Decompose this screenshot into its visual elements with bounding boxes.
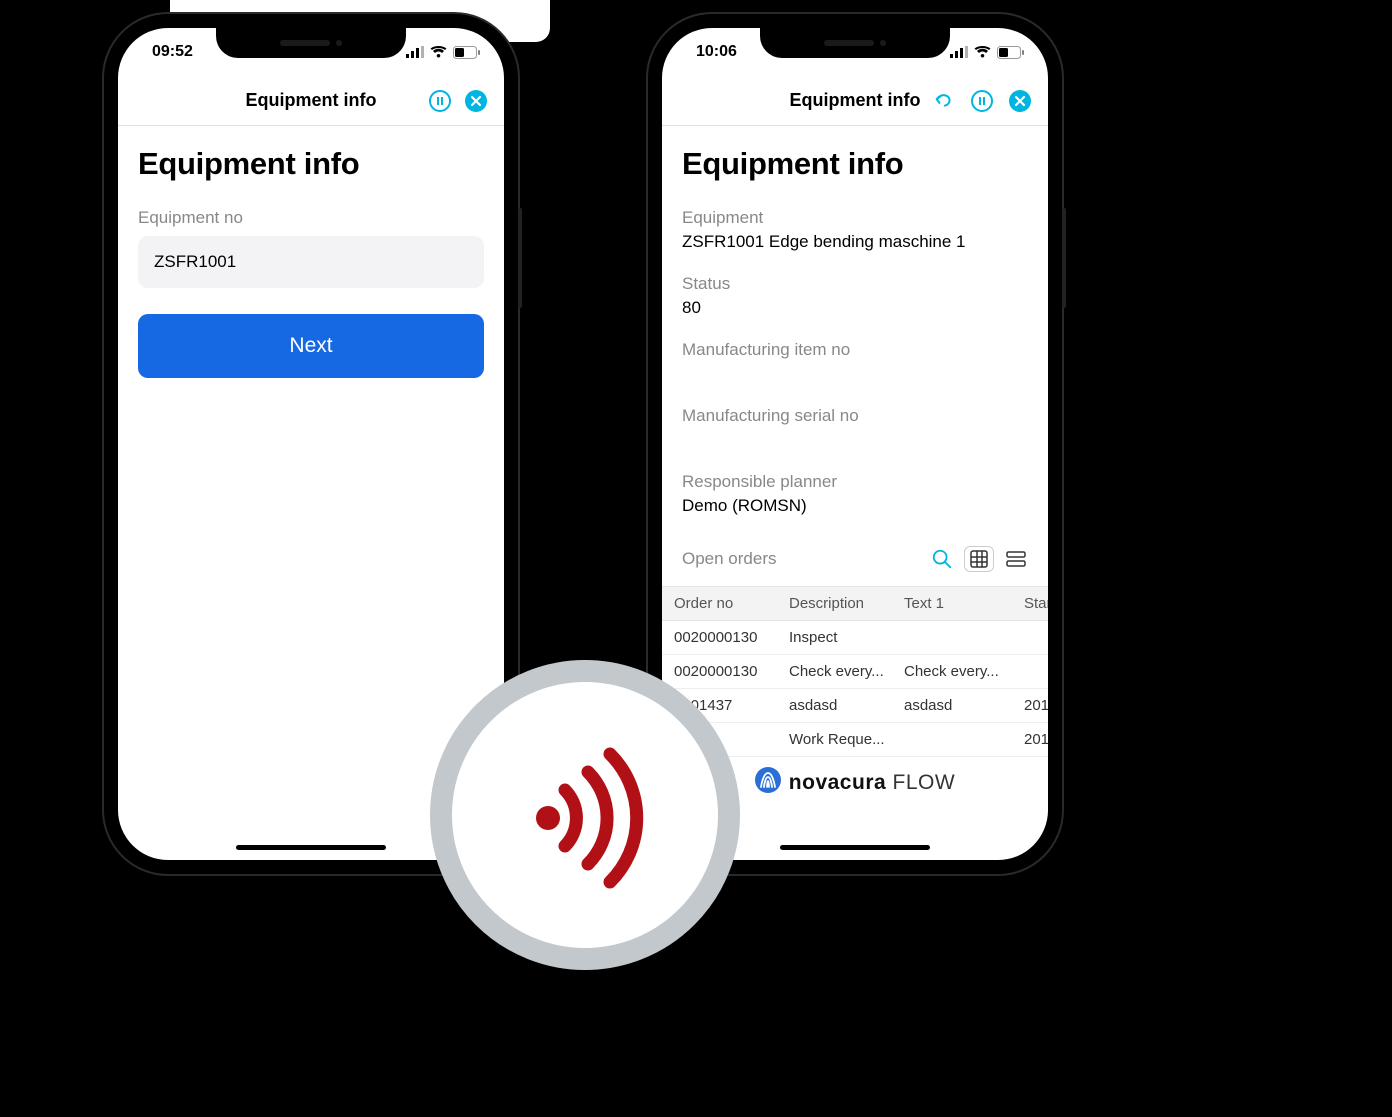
cell-text1: asdasd xyxy=(892,689,1012,722)
search-icon[interactable] xyxy=(930,547,954,571)
mfg-serial-value xyxy=(682,430,1028,452)
equipment-row: Equipment ZSFR1001 Edge bending maschine… xyxy=(682,208,1028,254)
cell-start xyxy=(1012,621,1048,654)
cell-description: Inspect xyxy=(777,621,892,654)
planner-value: Demo (ROMSN) xyxy=(682,496,1028,518)
cell-order-no: 0020000130 xyxy=(662,655,777,688)
cell-description: asdasd xyxy=(777,689,892,722)
battery-icon xyxy=(453,46,480,59)
equipment-no-input[interactable] xyxy=(138,236,484,288)
wifi-icon xyxy=(974,46,991,58)
col-order-no[interactable]: Order no xyxy=(662,587,777,620)
planner-label: Responsible planner xyxy=(682,472,1028,492)
mfg-item-row: Manufacturing item no xyxy=(682,340,1028,386)
mfg-serial-label: Manufacturing serial no xyxy=(682,406,1028,426)
close-icon[interactable] xyxy=(1008,89,1032,113)
table-row[interactable]: 0020000130Check every...Check every... xyxy=(662,655,1048,689)
cell-start: 20170 xyxy=(1012,689,1048,722)
col-text1[interactable]: Text 1 xyxy=(892,587,1012,620)
cell-description: Work Reque... xyxy=(777,723,892,756)
nav-title: Equipment info xyxy=(790,90,921,111)
open-orders-label: Open orders xyxy=(682,549,777,569)
battery-icon xyxy=(997,46,1024,59)
wifi-icon xyxy=(430,46,447,58)
col-description[interactable]: Description xyxy=(777,587,892,620)
notch xyxy=(216,28,406,58)
nav-actions xyxy=(932,89,1032,113)
brand-suffix: FLOW xyxy=(893,771,956,794)
status-label: Status xyxy=(682,274,1028,294)
col-start[interactable]: Start xyxy=(1012,587,1048,620)
planner-row: Responsible planner Demo (ROMSN) xyxy=(682,472,1028,518)
list-view-icon[interactable] xyxy=(1004,547,1028,571)
mfg-serial-row: Manufacturing serial no xyxy=(682,406,1028,452)
open-orders-actions xyxy=(930,546,1028,572)
undo-icon[interactable] xyxy=(932,89,956,113)
cell-text1: Check every... xyxy=(892,655,1012,688)
home-indicator[interactable] xyxy=(236,845,386,850)
nfc-signal-icon xyxy=(510,740,660,890)
equipment-value: ZSFR1001 Edge bending maschine 1 xyxy=(682,232,1028,254)
status-time: 10:06 xyxy=(696,43,737,61)
status-time: 09:52 xyxy=(152,43,193,61)
close-icon[interactable] xyxy=(464,89,488,113)
cell-description: Check every... xyxy=(777,655,892,688)
grid-view-icon[interactable] xyxy=(964,546,994,572)
cell-text1 xyxy=(892,621,1012,654)
nfc-badge xyxy=(430,660,740,970)
nav-title: Equipment info xyxy=(246,90,377,111)
status-icons xyxy=(406,46,480,59)
mfg-item-value xyxy=(682,364,1028,386)
cellular-signal-icon xyxy=(406,46,424,58)
status-row: Status 80 xyxy=(682,274,1028,320)
cellular-signal-icon xyxy=(950,46,968,58)
next-button[interactable]: Next xyxy=(138,314,484,378)
nav-actions xyxy=(428,89,488,113)
brand-logo-icon xyxy=(755,767,781,798)
equipment-no-label: Equipment no xyxy=(138,208,484,228)
cell-start: 20170 xyxy=(1012,723,1048,756)
nav-bar: Equipment info xyxy=(118,76,504,126)
nav-bar: Equipment info xyxy=(662,76,1048,126)
open-orders-table: Order no Description Text 1 Start 002000… xyxy=(662,586,1048,757)
cell-text1 xyxy=(892,723,1012,756)
equipment-label: Equipment xyxy=(682,208,1028,228)
page-title: Equipment info xyxy=(138,146,484,182)
table-row[interactable]: 3001437asdasdasdasd20170 xyxy=(662,689,1048,723)
status-value: 80 xyxy=(682,298,1028,320)
mfg-item-label: Manufacturing item no xyxy=(682,340,1028,360)
open-orders-bar: Open orders xyxy=(682,546,1028,572)
pause-icon[interactable] xyxy=(428,89,452,113)
screen-left: 09:52 Equipment info xyxy=(118,28,504,860)
page-title: Equipment info xyxy=(682,146,1028,182)
home-indicator[interactable] xyxy=(780,845,930,850)
brand-text: novacura FLOW xyxy=(789,771,955,795)
pause-icon[interactable] xyxy=(970,89,994,113)
cell-start xyxy=(1012,655,1048,688)
cell-order-no: 0020000130 xyxy=(662,621,777,654)
table-header: Order no Description Text 1 Start xyxy=(662,586,1048,621)
screen-right: 10:06 Equipment info xyxy=(662,28,1048,860)
notch xyxy=(760,28,950,58)
status-icons xyxy=(950,46,1024,59)
table-row[interactable]: 0020000130Inspect xyxy=(662,621,1048,655)
brand-name: novacura xyxy=(789,771,886,794)
